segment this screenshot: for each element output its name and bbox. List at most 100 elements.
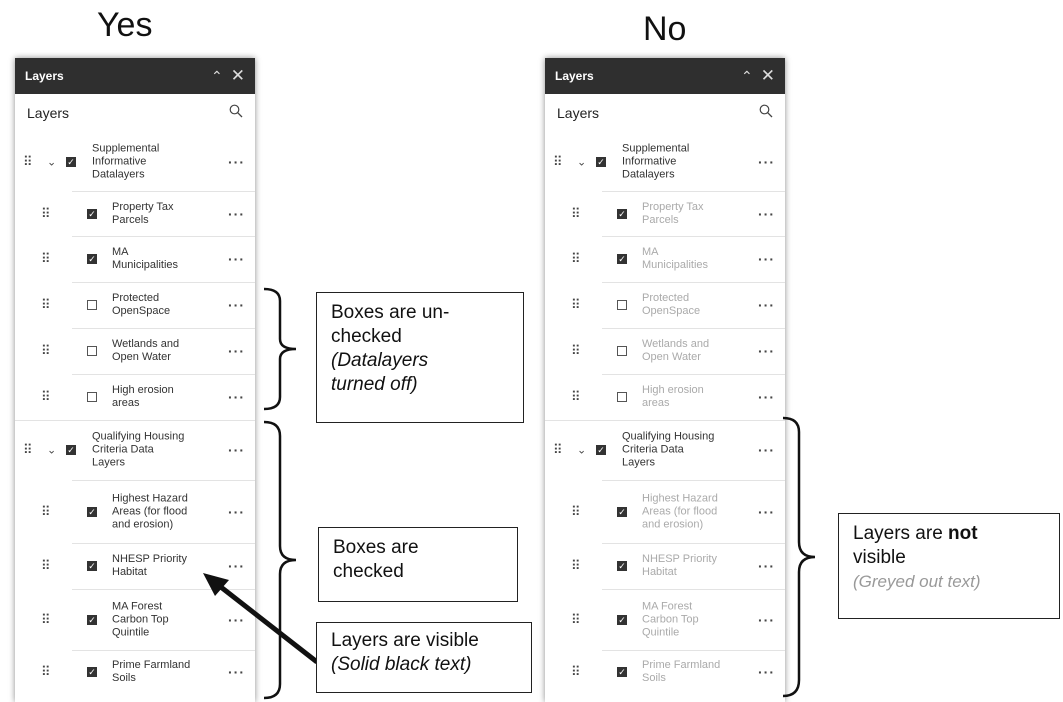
layer-label: NHESP Priority Habitat	[642, 553, 762, 579]
more-options-icon[interactable]: ···	[228, 154, 245, 170]
layer-checkbox[interactable]: ✓	[87, 614, 97, 625]
layer-row-property-tax-parcels[interactable]: ⠿ ✓ Property Tax Parcels ···	[545, 191, 785, 236]
layer-row-supplemental-informative-datalayers[interactable]: ⠿ ⌄ ✓ Supplemental Informative Datalayers ···	[15, 132, 255, 191]
more-options-icon[interactable]: ···	[758, 389, 775, 405]
layer-label-line: OpenSpace	[642, 305, 701, 317]
layer-checkbox[interactable]: ✓	[617, 208, 627, 219]
drag-handle-icon[interactable]: ⠿	[553, 442, 562, 458]
double-chevron-up-icon[interactable]: ⌃	[741, 68, 753, 85]
layer-label: High erosion areas	[112, 384, 232, 410]
layer-checkbox[interactable]: ✓	[596, 156, 606, 167]
more-options-icon[interactable]: ···	[758, 206, 775, 222]
layer-row-ma-forest-carbon[interactable]: ⠿ ✓ MA Forest Carbon Top Quintile ···	[545, 589, 785, 650]
drag-handle-icon[interactable]: ⠿	[41, 504, 50, 520]
layer-row-high-erosion-areas[interactable]: ⠿ High erosion areas ···	[545, 374, 785, 420]
more-options-icon[interactable]: ···	[758, 297, 775, 313]
layer-checkbox[interactable]	[87, 392, 97, 402]
layer-row-wetlands-open-water[interactable]: ⠿ Wetlands and Open Water ···	[545, 328, 785, 374]
layer-row-qualifying-housing-criteria[interactable]: ⠿ ⌄ ✓ Qualifying Housing Criteria Data Layers…	[15, 420, 255, 480]
layer-checkbox[interactable]: ✓	[87, 208, 97, 219]
more-options-icon[interactable]: ···	[758, 251, 775, 267]
layer-checkbox[interactable]: ✓	[617, 667, 627, 677]
layer-row-wetlands-open-water[interactable]: ⠿ Wetlands and Open Water ···	[15, 328, 255, 374]
drag-handle-icon[interactable]: ⠿	[41, 612, 50, 628]
more-options-icon[interactable]: ···	[228, 251, 245, 267]
more-options-icon[interactable]: ···	[758, 504, 775, 520]
drag-handle-icon[interactable]: ⠿	[41, 343, 50, 359]
layer-checkbox[interactable]: ✓	[87, 254, 97, 264]
layer-label: Prime Farmland Soils	[642, 659, 762, 685]
drag-handle-icon[interactable]: ⠿	[553, 154, 562, 170]
more-options-icon[interactable]: ···	[228, 343, 245, 359]
layer-row-nhesp-priority-habitat[interactable]: ⠿ ✓ NHESP Priority Habitat ···	[545, 543, 785, 589]
layer-row-highest-hazard-areas[interactable]: ⠿ ✓ Highest Hazard Areas (for flood and eros…	[15, 480, 255, 543]
layer-checkbox[interactable]: ✓	[87, 506, 97, 517]
layer-checkbox[interactable]: ✓	[617, 506, 627, 517]
chevron-down-icon[interactable]: ⌄	[577, 155, 586, 168]
layer-row-highest-hazard-areas[interactable]: ⠿ ✓ Highest Hazard Areas (for flood and eros…	[545, 480, 785, 543]
layer-checkbox[interactable]: ✓	[66, 156, 76, 167]
chevron-down-icon[interactable]: ⌄	[577, 444, 586, 457]
drag-handle-icon[interactable]: ⠿	[571, 664, 580, 680]
layer-checkbox[interactable]: ✓	[87, 561, 97, 571]
drag-handle-icon[interactable]: ⠿	[41, 297, 50, 313]
more-options-icon[interactable]: ···	[228, 504, 245, 520]
more-options-icon[interactable]: ···	[758, 154, 775, 170]
drag-handle-icon[interactable]: ⠿	[571, 504, 580, 520]
more-options-icon[interactable]: ···	[758, 442, 775, 458]
drag-handle-icon[interactable]: ⠿	[571, 612, 580, 628]
layer-row-ma-municipalities[interactable]: ⠿ ✓ MA Municipalities ···	[15, 236, 255, 282]
chevron-down-icon[interactable]: ⌄	[47, 155, 56, 168]
drag-handle-icon[interactable]: ⠿	[41, 251, 50, 267]
drag-handle-icon[interactable]: ⠿	[571, 251, 580, 267]
double-chevron-up-icon[interactable]: ⌃	[211, 68, 223, 85]
search-icon[interactable]	[229, 104, 243, 123]
layer-checkbox[interactable]: ✓	[617, 614, 627, 625]
drag-handle-icon[interactable]: ⠿	[571, 558, 580, 574]
drag-handle-icon[interactable]: ⠿	[41, 206, 50, 222]
drag-handle-icon[interactable]: ⠿	[23, 154, 32, 170]
drag-handle-icon[interactable]: ⠿	[23, 442, 32, 458]
drag-handle-icon[interactable]: ⠿	[571, 297, 580, 313]
more-options-icon[interactable]: ···	[758, 664, 775, 680]
drag-handle-icon[interactable]: ⠿	[571, 389, 580, 405]
drag-handle-icon[interactable]: ⠿	[571, 343, 580, 359]
more-options-icon[interactable]: ···	[758, 612, 775, 628]
more-options-icon[interactable]: ···	[228, 206, 245, 222]
more-options-icon[interactable]: ···	[228, 442, 245, 458]
more-options-icon[interactable]: ···	[758, 343, 775, 359]
more-options-icon[interactable]: ···	[228, 389, 245, 405]
layer-checkbox[interactable]: ✓	[87, 667, 97, 677]
layer-row-protected-openspace[interactable]: ⠿ Protected OpenSpace ···	[545, 282, 785, 328]
row-divider	[602, 328, 785, 329]
layer-checkbox[interactable]: ✓	[596, 445, 606, 455]
drag-handle-icon[interactable]: ⠿	[41, 558, 50, 574]
search-icon[interactable]	[759, 104, 773, 123]
layer-checkbox[interactable]: ✓	[66, 445, 76, 455]
layer-checkbox[interactable]	[617, 392, 627, 402]
more-options-icon[interactable]: ···	[758, 558, 775, 574]
layer-label-line: High erosion	[642, 384, 704, 396]
drag-handle-icon[interactable]: ⠿	[41, 389, 50, 405]
more-options-icon[interactable]: ···	[228, 297, 245, 313]
layer-row-prime-farmland-soils[interactable]: ⠿ ✓ Prime Farmland Soils ···	[545, 650, 785, 694]
layer-row-supplemental-informative-datalayers[interactable]: ⠿ ⌄ ✓ Supplemental Informative Datalayers ···	[545, 132, 785, 191]
chevron-down-icon[interactable]: ⌄	[47, 444, 56, 457]
drag-handle-icon[interactable]: ⠿	[41, 664, 50, 680]
layer-checkbox[interactable]	[87, 300, 97, 310]
layer-row-property-tax-parcels[interactable]: ⠿ ✓ Property Tax Parcels ···	[15, 191, 255, 236]
layer-row-qualifying-housing-criteria[interactable]: ⠿ ⌄ ✓ Qualifying Housing Criteria Data Layers…	[545, 420, 785, 480]
close-icon[interactable]: ✕	[231, 66, 245, 86]
layer-row-protected-openspace[interactable]: ⠿ Protected OpenSpace ···	[15, 282, 255, 328]
layer-checkbox[interactable]	[87, 346, 97, 356]
layer-checkbox[interactable]: ✓	[617, 254, 627, 264]
close-icon[interactable]: ✕	[761, 66, 775, 86]
layer-checkbox[interactable]: ✓	[617, 561, 627, 571]
row-divider	[72, 282, 255, 283]
layer-checkbox[interactable]	[617, 346, 627, 356]
layer-label-line: Supplemental	[622, 142, 690, 154]
layer-row-ma-municipalities[interactable]: ⠿ ✓ MA Municipalities ···	[545, 236, 785, 282]
layer-checkbox[interactable]	[617, 300, 627, 310]
drag-handle-icon[interactable]: ⠿	[571, 206, 580, 222]
layer-row-high-erosion-areas[interactable]: ⠿ High erosion areas ···	[15, 374, 255, 420]
